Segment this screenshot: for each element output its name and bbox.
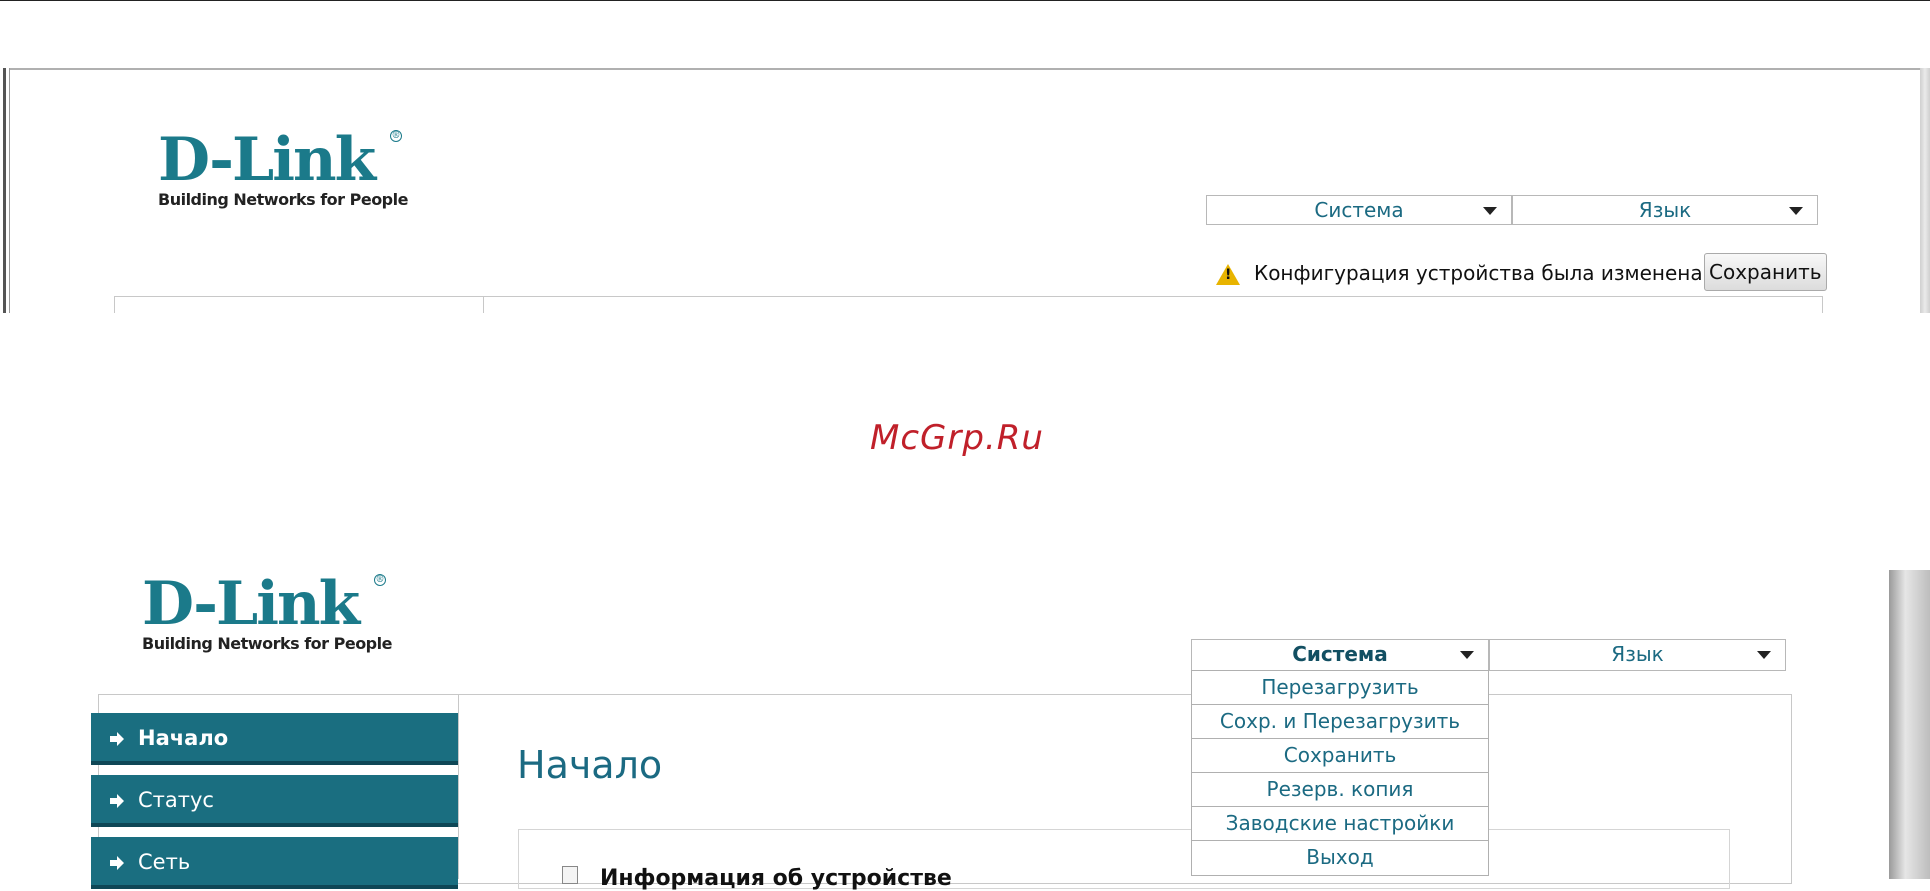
scrollbar[interactable] bbox=[1889, 570, 1930, 879]
sidebar-item-network[interactable]: Сеть bbox=[91, 837, 458, 889]
arrow-right-icon bbox=[110, 794, 124, 808]
frame-left-inner-border bbox=[9, 68, 10, 313]
sidebar-item-label: Начало bbox=[138, 726, 229, 750]
save-button[interactable]: Сохранить bbox=[1704, 253, 1827, 291]
menu-item-save-and-reboot[interactable]: Сохр. и Перезагрузить bbox=[1192, 705, 1488, 739]
system-menu-label: Система bbox=[1292, 642, 1388, 666]
menu-item-logout[interactable]: Выход bbox=[1192, 841, 1488, 875]
system-dropdown-menu: Перезагрузить Сохр. и Перезагрузить Сохр… bbox=[1191, 670, 1489, 876]
menu-item-save[interactable]: Сохранить bbox=[1192, 739, 1488, 773]
chevron-down-icon bbox=[1789, 207, 1803, 215]
top-separator-line bbox=[0, 0, 1930, 1]
top-browser-frame: D-Link ® Building Networks for People Си… bbox=[0, 68, 1930, 313]
chevron-down-icon bbox=[1483, 207, 1497, 215]
scrollbar[interactable] bbox=[1920, 68, 1930, 313]
dlink-logo[interactable]: D-Link ® Building Networks for People bbox=[142, 574, 392, 653]
logo-wordmark: D-Link bbox=[142, 569, 360, 639]
sidebar-item-label: Статус bbox=[138, 788, 214, 812]
sidebar-divider bbox=[458, 694, 459, 879]
content-right-border bbox=[1822, 296, 1823, 313]
registered-mark: ® bbox=[374, 574, 386, 586]
logo-tagline: Building Networks for People bbox=[142, 634, 392, 653]
language-menu-dropdown[interactable]: Язык bbox=[1489, 639, 1786, 671]
dlink-logo[interactable]: D-Link ® Building Networks for People bbox=[158, 130, 408, 209]
logo-wordmark: D-Link bbox=[158, 125, 376, 195]
page-title: Начало bbox=[517, 743, 663, 787]
system-menu-dropdown[interactable]: Система bbox=[1191, 639, 1489, 671]
arrow-right-icon bbox=[110, 856, 124, 870]
chevron-down-icon bbox=[1757, 651, 1771, 659]
arrow-right-icon bbox=[110, 732, 124, 746]
logo-tagline: Building Networks for People bbox=[158, 190, 408, 209]
sidebar-item-label: Сеть bbox=[138, 850, 191, 874]
system-menu-label: Система bbox=[1314, 198, 1404, 222]
sidebar-divider bbox=[483, 296, 484, 313]
language-menu-dropdown[interactable]: Язык bbox=[1512, 195, 1818, 225]
menu-item-reboot[interactable]: Перезагрузить bbox=[1192, 671, 1488, 705]
config-changed-notice: Конфигурация устройства была изменена bbox=[1254, 261, 1703, 285]
menu-item-backup[interactable]: Резерв. копия bbox=[1192, 773, 1488, 807]
system-menu-dropdown[interactable]: Система bbox=[1206, 195, 1512, 225]
document-icon bbox=[562, 866, 578, 884]
menu-item-factory-reset[interactable]: Заводские настройки bbox=[1192, 807, 1488, 841]
watermark-text: McGrp.Ru bbox=[870, 418, 1044, 458]
frame-left-border bbox=[3, 68, 6, 313]
registered-mark: ® bbox=[390, 130, 402, 142]
warning-icon-glyph: ! bbox=[1225, 267, 1232, 283]
frame-top-border bbox=[9, 68, 1920, 70]
content-panel-top-border bbox=[114, 296, 1823, 297]
chevron-down-icon bbox=[1460, 651, 1474, 659]
sidebar-item-start[interactable]: Начало bbox=[91, 713, 458, 765]
sidebar-left-border bbox=[114, 296, 115, 313]
language-menu-label: Язык bbox=[1638, 198, 1692, 222]
warning-icon: ! bbox=[1216, 264, 1240, 285]
sidebar-item-status[interactable]: Статус bbox=[91, 775, 458, 827]
language-menu-label: Язык bbox=[1611, 642, 1664, 666]
